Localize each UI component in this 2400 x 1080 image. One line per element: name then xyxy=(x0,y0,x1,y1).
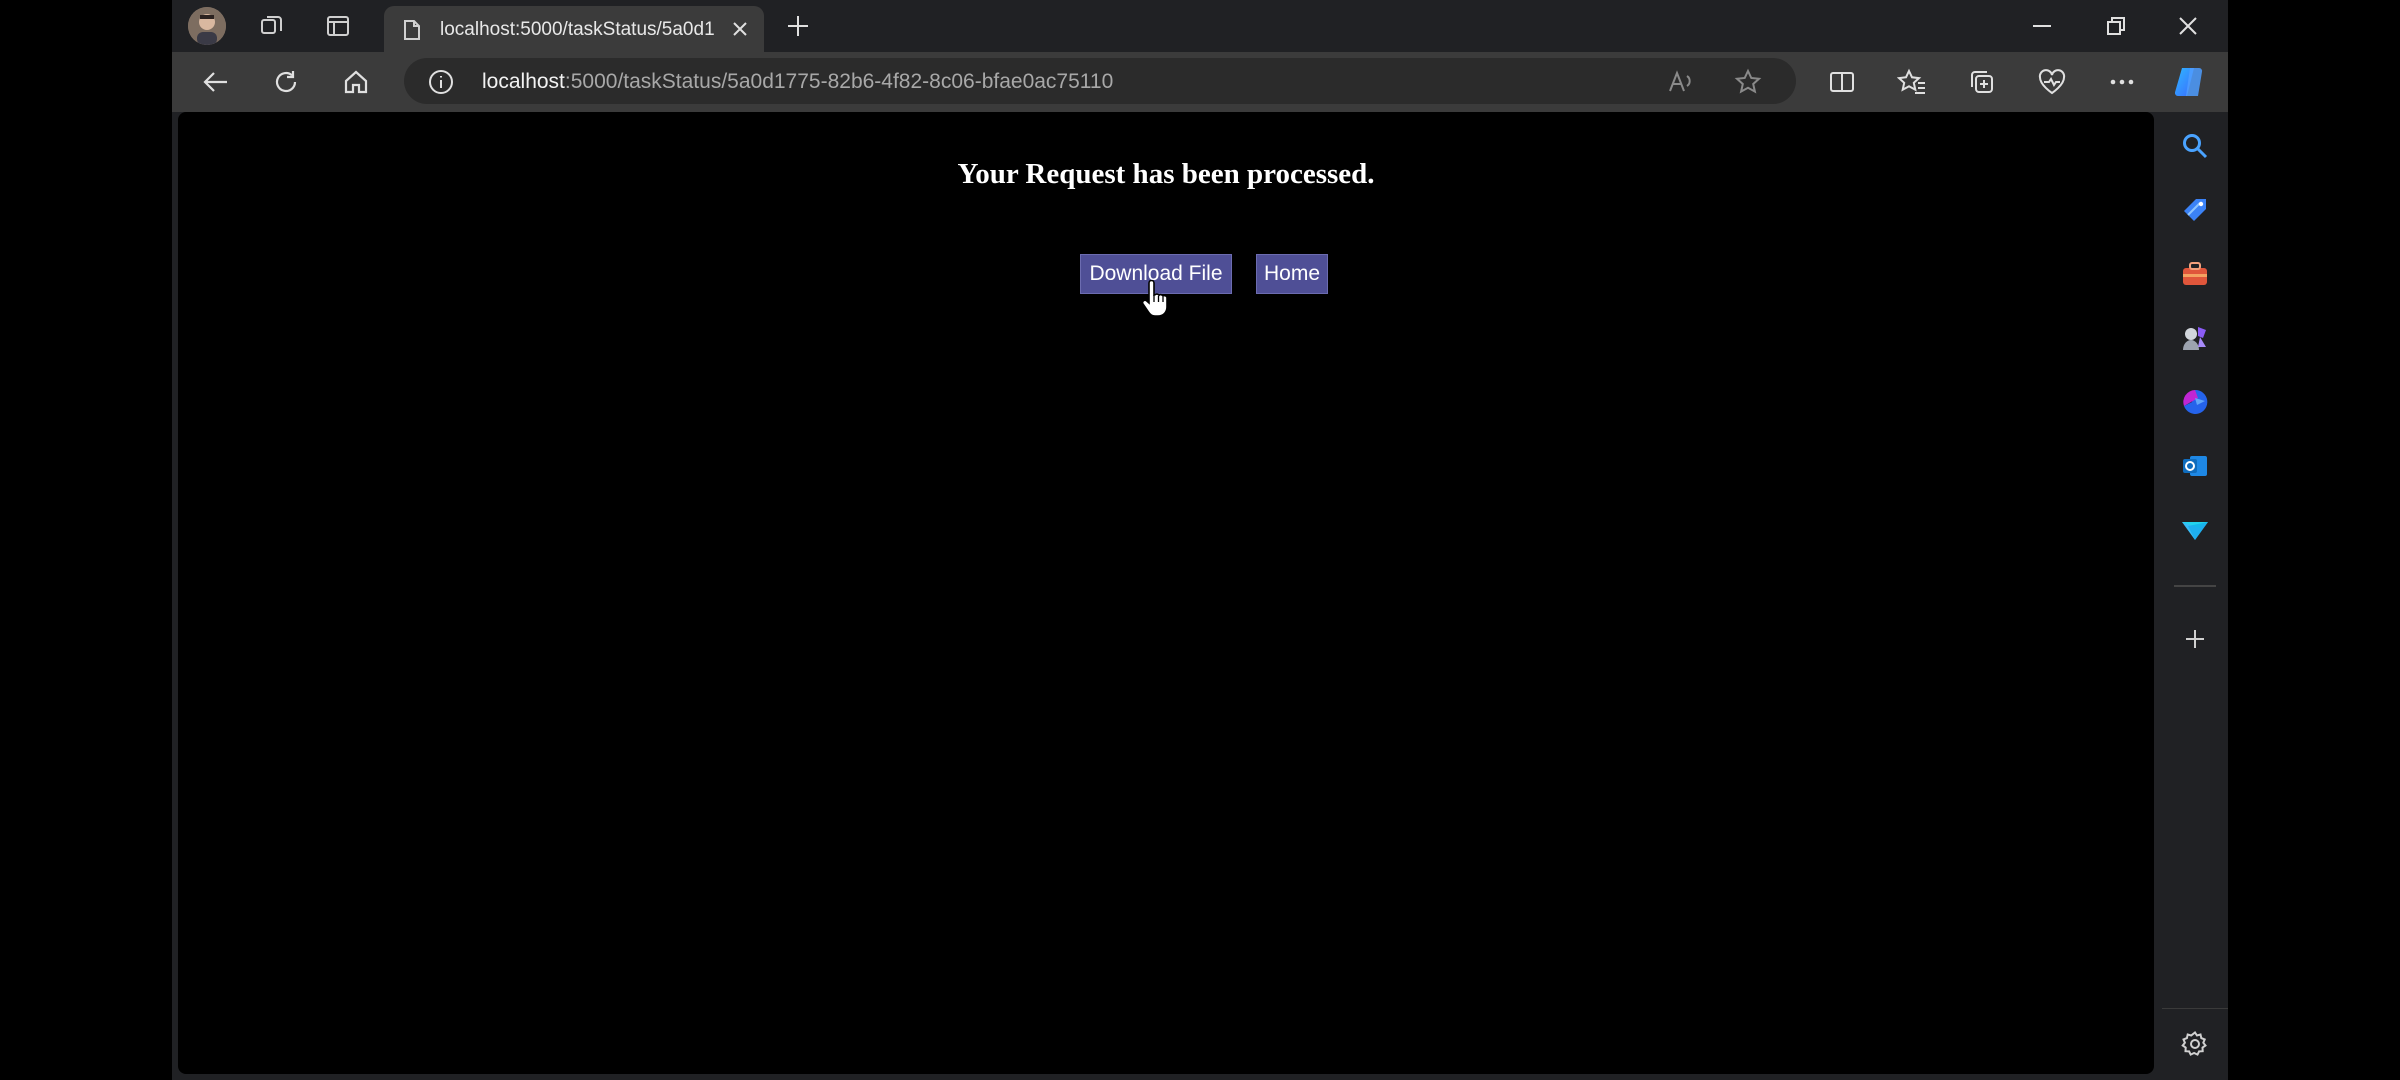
microsoft-365-icon[interactable] xyxy=(2176,383,2214,421)
new-tab-icon[interactable] xyxy=(780,8,816,44)
split-screen-icon[interactable] xyxy=(1824,64,1860,100)
close-window-icon[interactable] xyxy=(2154,0,2222,52)
outlook-icon[interactable] xyxy=(2176,447,2214,485)
search-icon[interactable] xyxy=(2176,127,2214,165)
tools-briefcase-icon[interactable] xyxy=(2176,255,2214,293)
games-icon[interactable] xyxy=(2176,319,2214,357)
active-tab[interactable]: localhost:5000/taskStatus/5a0d1 xyxy=(384,6,764,52)
tab-title: localhost:5000/taskStatus/5a0d1 xyxy=(440,19,715,40)
restore-icon[interactable] xyxy=(2082,0,2150,52)
hand-cursor-icon xyxy=(1140,279,1170,323)
read-aloud-icon[interactable] xyxy=(1666,68,1694,101)
site-info-icon[interactable] xyxy=(428,69,454,100)
add-icon[interactable] xyxy=(2176,620,2214,658)
address-bar[interactable]: localhost:5000/taskStatus/5a0d1775-82b6-… xyxy=(404,58,1796,104)
settings-gear-icon[interactable] xyxy=(2176,1025,2214,1063)
navigation-toolbar: localhost:5000/taskStatus/5a0d1775-82b6-… xyxy=(172,52,2228,112)
url-path: :5000/taskStatus/5a0d1775-82b6-4f82-8c06… xyxy=(564,70,1114,93)
url-host: localhost xyxy=(482,70,565,93)
back-icon[interactable] xyxy=(198,64,234,100)
home-button[interactable]: Home xyxy=(1256,254,1328,294)
drop-send-icon[interactable] xyxy=(2176,511,2214,549)
page-icon xyxy=(402,19,422,46)
collections-icon[interactable] xyxy=(1964,64,2000,100)
page-viewport: Your Request has been processed. Downloa… xyxy=(178,112,2154,1074)
url-text: localhost:5000/taskStatus/5a0d1775-82b6-… xyxy=(482,70,1113,94)
workspaces-icon[interactable] xyxy=(254,8,290,44)
profile-avatar[interactable] xyxy=(188,7,226,45)
favorites-icon[interactable] xyxy=(1894,64,1930,100)
shopping-tag-icon[interactable] xyxy=(2176,191,2214,229)
close-tab-icon[interactable] xyxy=(728,17,752,41)
browser-essentials-icon[interactable] xyxy=(2034,64,2070,100)
more-options-icon[interactable] xyxy=(2104,64,2140,100)
minimize-icon[interactable] xyxy=(2008,0,2076,52)
sidebar-bottom-divider xyxy=(2162,1008,2228,1009)
tab-strip: localhost:5000/taskStatus/5a0d1 xyxy=(172,0,2228,52)
copilot-icon[interactable] xyxy=(2170,62,2210,102)
home-icon[interactable] xyxy=(338,64,374,100)
sidebar-divider xyxy=(2174,585,2216,587)
refresh-icon[interactable] xyxy=(268,64,304,100)
browser-window: localhost:5000/taskStatus/5a0d1 localhos… xyxy=(172,0,2228,1080)
edge-sidebar xyxy=(2162,112,2228,1080)
page-heading: Your Request has been processed. xyxy=(957,158,1375,190)
vertical-tabs-icon[interactable] xyxy=(320,8,356,44)
favorite-star-icon[interactable] xyxy=(1734,68,1762,101)
